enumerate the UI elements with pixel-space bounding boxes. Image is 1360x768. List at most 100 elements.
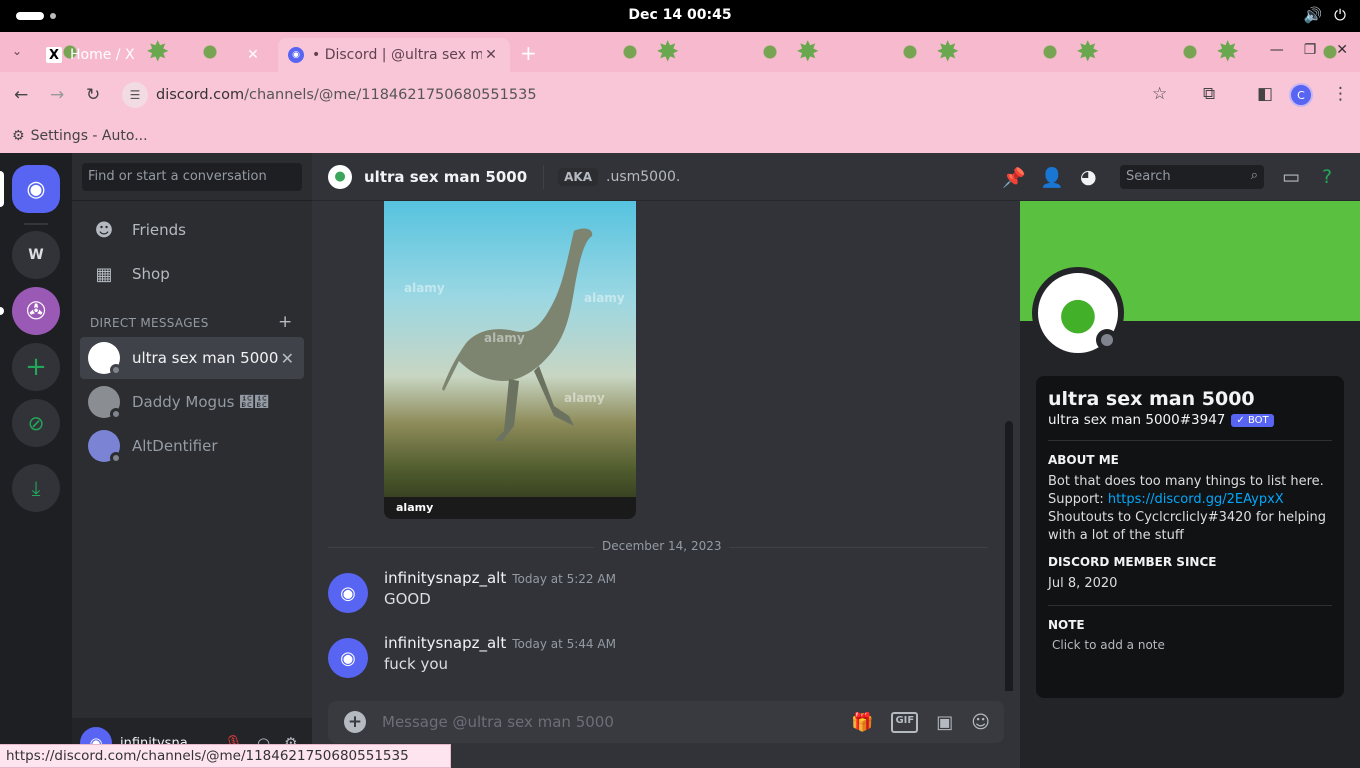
status-offline-icon — [110, 452, 122, 464]
attach-plus-icon[interactable]: + — [344, 711, 366, 733]
message-composer: + Message @ultra sex man 5000 🎁 GIF ▣ ☺ — [328, 701, 1004, 743]
gear-icon: ⚙ — [12, 127, 25, 144]
gif-button[interactable]: GIF — [891, 711, 919, 733]
bookmark-star-icon[interactable]: ☆ — [1152, 84, 1167, 104]
header-divider — [543, 164, 545, 189]
film-reel-icon: ✇ — [25, 297, 47, 325]
emoji-icon[interactable]: ☺ — [971, 712, 990, 733]
message-item: ◉ infinitysnapz_alt Today at 5:22 AM GOOD — [328, 569, 988, 625]
shop-nav[interactable]: ▦ Shop — [80, 253, 304, 295]
add-friends-to-dm-icon[interactable]: 👤 — [1040, 166, 1064, 189]
download-apps-button[interactable]: ⤓ — [12, 464, 60, 512]
discord-logo-icon: ◉ — [26, 176, 46, 202]
profile-card: ultra sex man 5000 ultra sex man 5000#39… — [1036, 376, 1344, 698]
friends-label: Friends — [132, 221, 186, 239]
menu-kebab-icon[interactable]: ⋮ — [1332, 84, 1349, 104]
message-author[interactable]: infinitysnapz_alt — [384, 569, 506, 587]
message-timestamp: Today at 5:44 AM — [512, 637, 616, 651]
power-icon: ⏻ — [1334, 6, 1346, 24]
window-controls: — ❐ ✕ — [1270, 42, 1348, 58]
support-label: Support: — [1048, 492, 1108, 507]
message-scrollbar[interactable] — [1005, 421, 1013, 691]
server-w[interactable]: W — [12, 231, 60, 279]
message-text: GOOD — [384, 590, 431, 608]
user-profile-icon[interactable]: ◕ — [1080, 166, 1097, 188]
avatar — [88, 386, 122, 420]
dm-name: Daddy Mogus ᲼᲼ — [132, 393, 270, 411]
member-since-heading: DISCORD MEMBER SINCE — [1048, 555, 1217, 569]
help-icon[interactable]: ? — [1322, 166, 1332, 188]
about-line: Bot that does too many things to list he… — [1048, 474, 1324, 489]
chat-header: ● ultra sex man 5000 AKA .usm5000. 📌 👤 ◕… — [312, 153, 1360, 201]
minimize-icon[interactable]: — — [1270, 42, 1284, 58]
tab-close-icon[interactable]: ✕ — [482, 47, 500, 63]
clock[interactable]: Dec 14 00:45 — [0, 7, 1360, 23]
bookmark-settings-auto[interactable]: Settings - Auto... — [31, 128, 148, 144]
browser-chrome: ✸ ✸ ✸ ✸ ✸ ✸ ⌄ X Home / X ✕ ◉ • Discord |… — [0, 32, 1360, 153]
message-avatar[interactable]: ◉ — [328, 573, 368, 613]
system-tray[interactable]: 🔊 ⏻ — [1303, 6, 1346, 24]
sticker-icon[interactable]: ▣ — [936, 712, 953, 733]
image-brand-bar: alamy — [384, 497, 636, 519]
address-bar[interactable]: ☰ discord.com/channels/@me/1184621750680… — [118, 78, 1118, 112]
browser-toolbar: ← → ↻ ☰ discord.com/channels/@me/1184621… — [0, 72, 1360, 118]
explore-servers-button[interactable]: ⊘ — [12, 399, 60, 447]
user-profile-panel: ● ultra sex man 5000 ultra sex man 5000#… — [1020, 201, 1360, 768]
discord-home-button[interactable]: ◉ — [12, 165, 60, 213]
extensions-icon[interactable]: ⧉ — [1203, 84, 1215, 104]
create-dm-plus-icon[interactable]: + — [278, 312, 292, 332]
dm-altdentifier[interactable]: AltDentifier — [80, 425, 304, 467]
aka-badge: AKA — [558, 167, 599, 186]
unread-indicator — [0, 307, 4, 315]
find-conversation-input[interactable]: Find or start a conversation — [82, 163, 302, 191]
search-placeholder: Search — [1126, 169, 1171, 184]
message-input[interactable]: Message @ultra sex man 5000 — [382, 713, 851, 731]
header-username[interactable]: ultra sex man 5000 — [364, 168, 527, 186]
close-window-icon[interactable]: ✕ — [1336, 42, 1348, 58]
profile-display-name: ultra sex man 5000 — [1048, 388, 1255, 410]
forward-arrow-icon[interactable]: → — [50, 85, 64, 105]
support-link[interactable]: https://discord.gg/2EAypxX — [1108, 492, 1284, 507]
pinned-messages-icon[interactable]: 📌 — [1002, 166, 1026, 189]
tab-close-icon[interactable]: ✕ — [244, 47, 262, 63]
dm-ultra-sex-man-5000[interactable]: ultra sex man 5000 ✕ — [80, 337, 304, 379]
tab-list-chevron-icon[interactable]: ⌄ — [12, 44, 22, 58]
compass-icon: ⊘ — [27, 411, 45, 435]
restore-icon[interactable]: ❐ — [1304, 42, 1317, 58]
image-attachment[interactable]: alamy alamy alamy alamy alamy — [384, 201, 636, 519]
chat-search-input[interactable]: Search ⌕ — [1120, 165, 1264, 189]
avatar — [88, 342, 122, 376]
direct-messages-header: DIRECT MESSAGES — [90, 316, 209, 330]
side-panel-icon[interactable]: ◧ — [1257, 84, 1273, 104]
message-item: ◉ infinitysnapz_alt Today at 5:44 AM fuck… — [328, 634, 988, 690]
close-dm-icon[interactable]: ✕ — [281, 349, 294, 368]
dm-daddy-mogus[interactable]: Daddy Mogus ᲼᲼ — [80, 381, 304, 423]
discord-icon: ◉ — [288, 47, 304, 63]
gift-icon[interactable]: 🎁 — [851, 712, 873, 733]
reload-icon[interactable]: ↻ — [86, 85, 100, 105]
tab-title: • Discord | @ultra sex ma — [312, 47, 482, 63]
tab-discord[interactable]: ◉ • Discord | @ultra sex ma ✕ — [278, 38, 510, 72]
message-author[interactable]: infinitysnapz_alt — [384, 634, 506, 652]
search-icon: ⌕ — [1250, 168, 1258, 183]
site-info-icon[interactable]: ☰ — [122, 82, 148, 108]
message-author-row: infinitysnapz_alt Today at 5:22 AM — [384, 569, 616, 587]
profile-avatar[interactable]: C — [1289, 83, 1313, 107]
leaf-decoration-icon: ✸ — [1216, 35, 1240, 68]
inbox-icon[interactable]: ▭ — [1282, 166, 1300, 188]
server-film-reel[interactable]: ✇ — [12, 287, 60, 335]
friends-nav[interactable]: ☻ Friends — [80, 209, 304, 251]
download-icon: ⤓ — [31, 476, 41, 500]
message-avatar[interactable]: ◉ — [328, 638, 368, 678]
profile-divider — [1048, 440, 1332, 441]
note-input[interactable]: Click to add a note — [1052, 638, 1332, 652]
tab-home-x[interactable]: X Home / X ✕ — [36, 38, 272, 72]
new-tab-plus-icon[interactable]: + — [520, 41, 537, 65]
rail-separator — [24, 223, 48, 225]
bookmarks-bar: ⚙ Settings - Auto... — [0, 118, 1360, 153]
dm-name: ultra sex man 5000 — [132, 349, 279, 367]
back-arrow-icon[interactable]: ← — [14, 85, 28, 105]
profile-tag: ultra sex man 5000#3947 — [1048, 412, 1226, 428]
add-server-button[interactable]: + — [12, 343, 60, 391]
leaf-decoration-icon: ✸ — [1076, 35, 1100, 68]
